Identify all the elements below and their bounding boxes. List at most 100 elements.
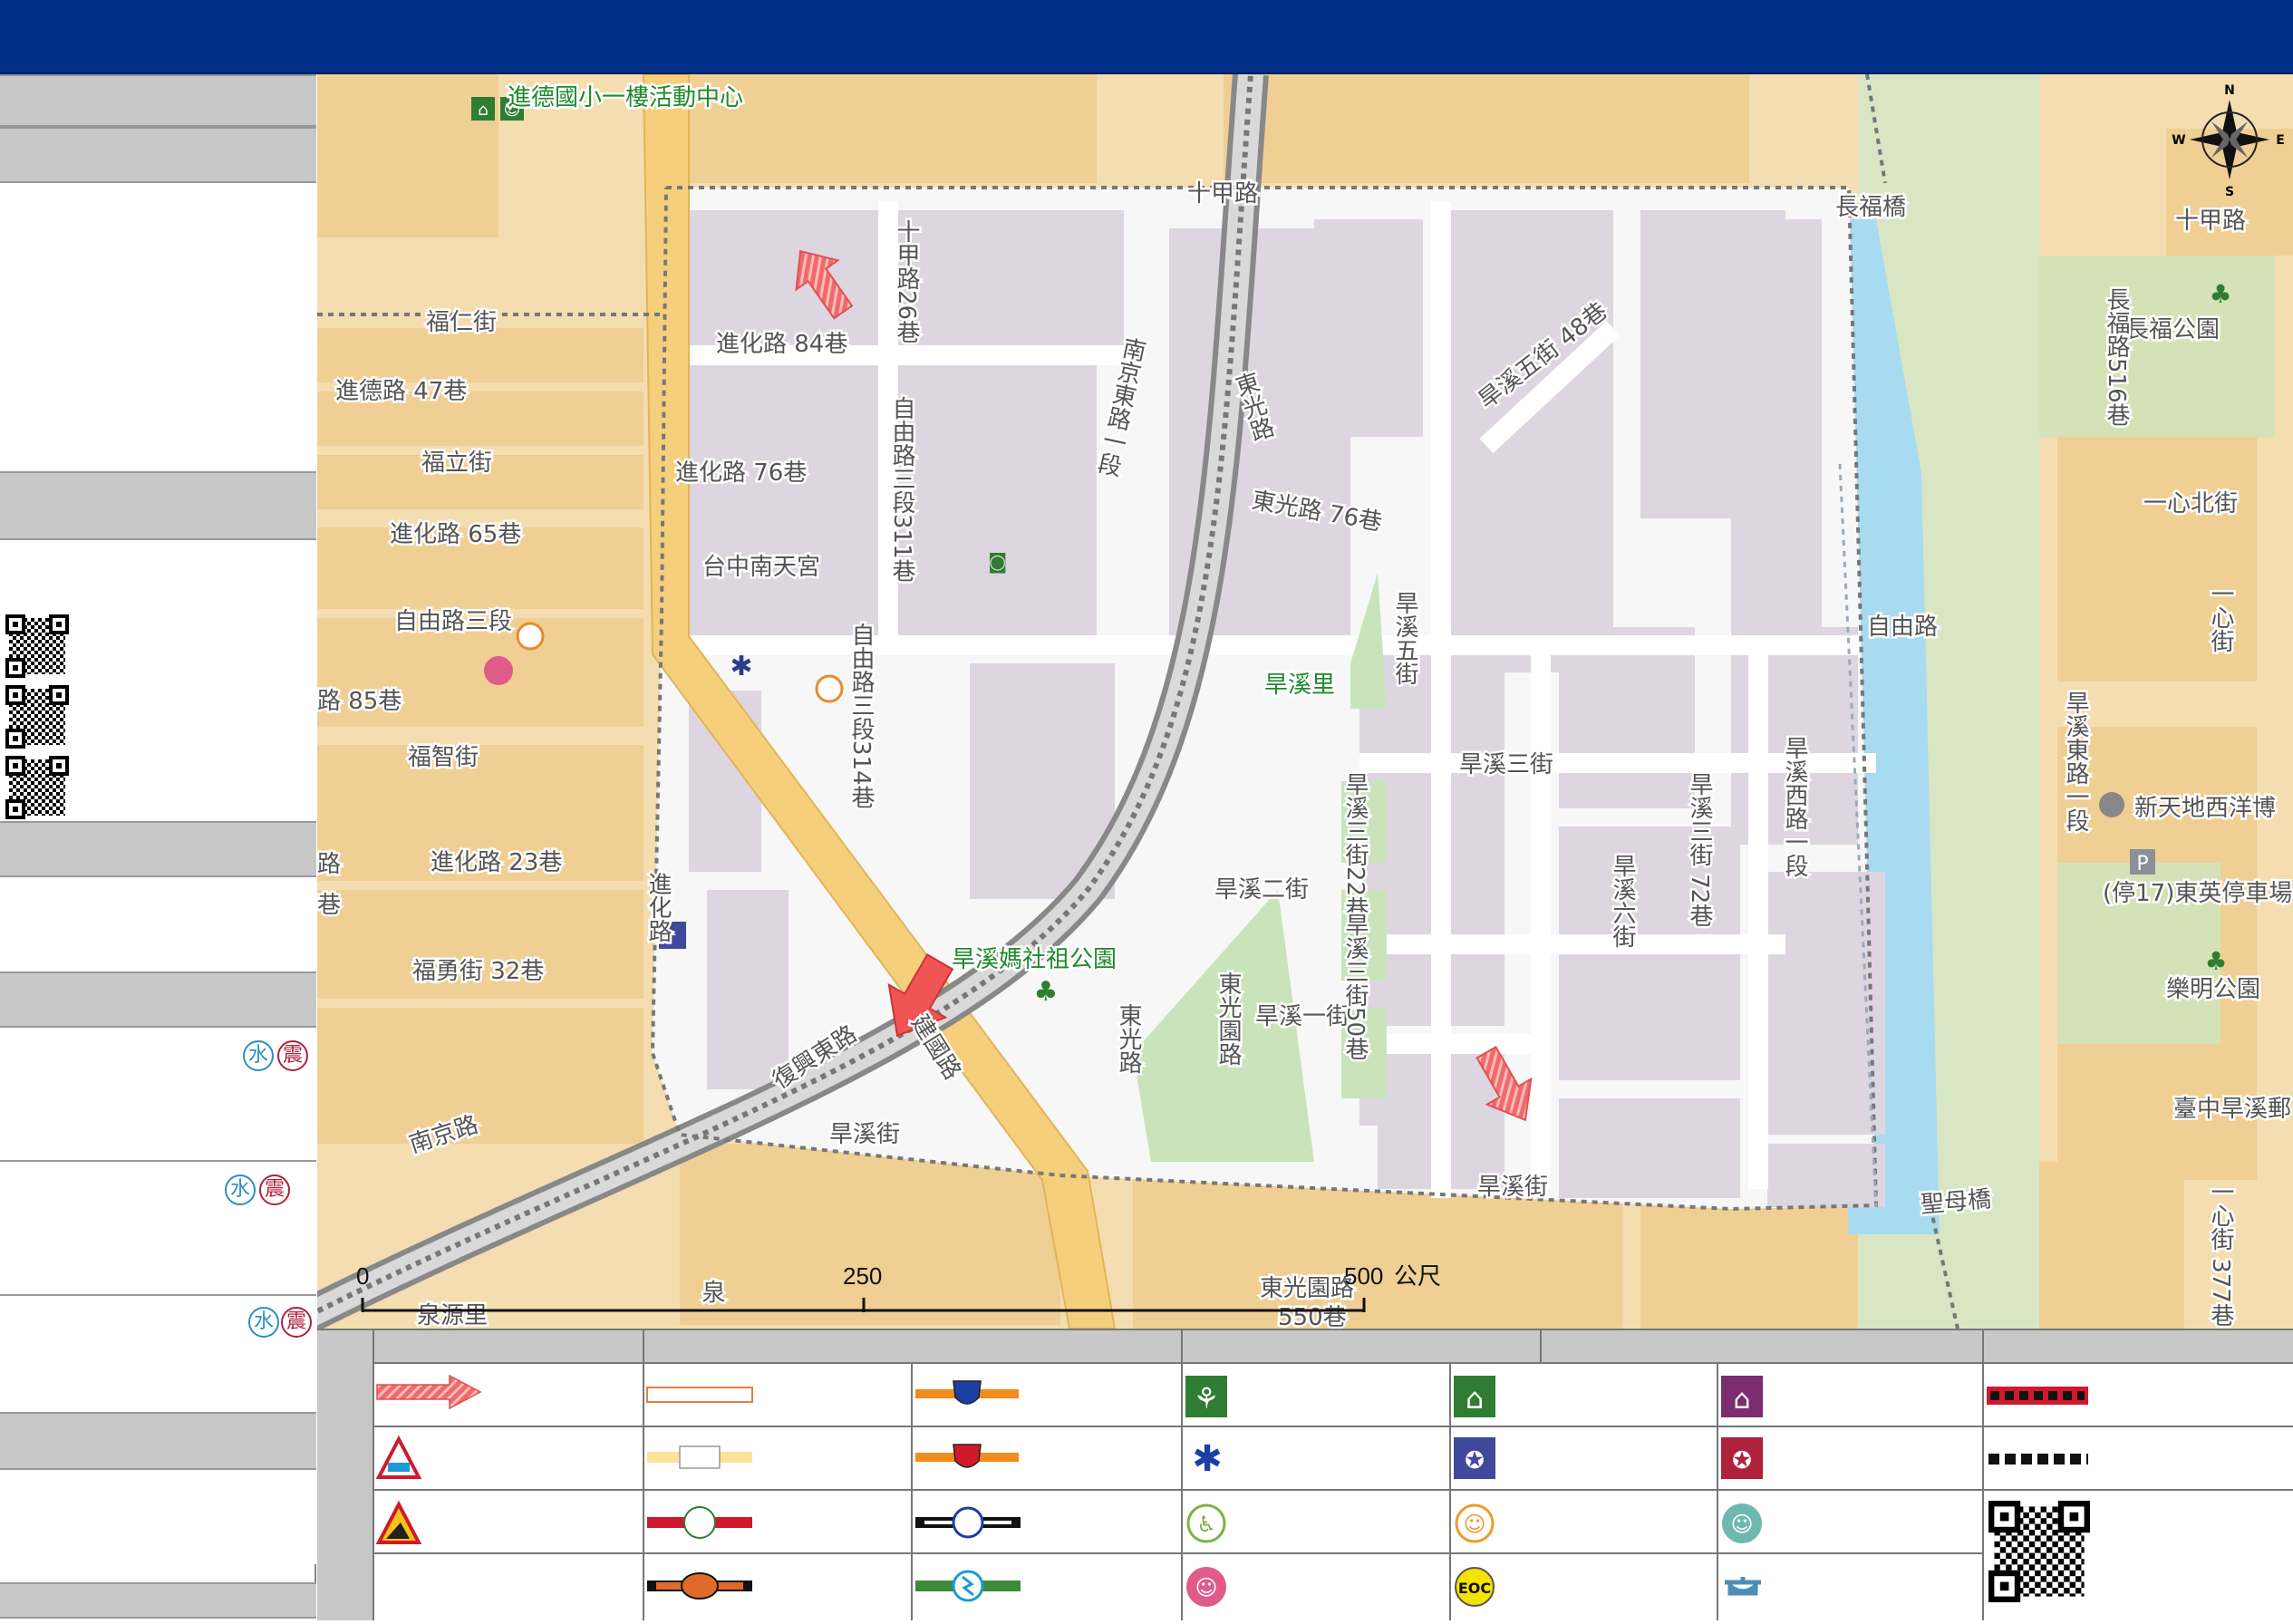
changfu-park-area <box>2039 256 2275 437</box>
label-shijia-rd: 十甲路 <box>1187 180 1258 208</box>
label-hanxi-1st: 旱溪一街 <box>1255 1003 1350 1030</box>
label-changfu-park: 長福公園 <box>2125 316 2220 343</box>
legend-provincial-hwy-icon <box>915 1444 1019 1468</box>
label-changfu-bridge: 長福橋 <box>1835 194 1906 221</box>
shelter-item-3[interactable]: 水 震 <box>0 1296 316 1412</box>
sidebar-header-4 <box>0 821 316 877</box>
store-icon <box>2099 792 2124 817</box>
svg-text:☺: ☺ <box>1195 1575 1217 1600</box>
label-hanxi-temple-park: 旱溪媽社祖公園 <box>952 946 1117 973</box>
scale-250: 250 <box>843 1262 882 1290</box>
label-hanxi-3rd-72: 旱溪三街 72巷 <box>1686 772 1713 927</box>
sidebar-header-3 <box>0 471 316 540</box>
park-tree-icon: ♣ <box>2204 946 2227 976</box>
legend-flood-warning-icon <box>375 1435 422 1479</box>
label-jinhua-84: 進化路 84巷 <box>716 331 847 358</box>
elder-care-icon[interactable] <box>516 622 545 651</box>
legend-disabled-care-icon: ♿ <box>1186 1503 1226 1543</box>
svg-text:EOC: EOC <box>1458 1580 1491 1597</box>
label-hanxi-post: 臺中旱溪郵 <box>2173 1096 2291 1123</box>
qr-panel <box>0 540 316 890</box>
label-ziyou-3-left: 自由路三段 <box>394 608 512 635</box>
label-xintiandi: 新天地西洋博 <box>2134 795 2276 822</box>
scale-0: 0 <box>356 1262 369 1290</box>
svg-text:N: N <box>2224 83 2235 98</box>
map-legend: ⚘ ⌂ ⌂ ✱ ✪ ✪ ♿ ☺ ☺ ☺ EOC <box>317 1329 2293 1620</box>
label-hanxi-3rd-50: 旱溪三街50巷 <box>1341 913 1369 1060</box>
label-ziyou-314: 自由路三段314巷 <box>847 623 875 809</box>
svg-text:⌂: ⌂ <box>478 101 488 120</box>
label-fuyong-32: 福勇街 32巷 <box>412 958 544 985</box>
svg-text:⌂: ⌂ <box>1733 1384 1750 1416</box>
legend-qr-code[interactable] <box>1988 1501 2090 1602</box>
scale-500: 500 <box>1344 1262 1383 1290</box>
label-rd-85: 路 85巷 <box>317 688 402 715</box>
label-hanxi-6th: 旱溪六街 <box>1609 854 1636 948</box>
quake-badge-icon: 震 <box>259 1174 290 1205</box>
sidebar-header-2 <box>0 127 316 183</box>
legend-provincial-road-icon <box>647 1445 752 1469</box>
park-tree-icon: ♣ <box>2209 279 2231 309</box>
legend-fire-icon: ✪ <box>1721 1437 1763 1479</box>
svg-text:⌂: ⌂ <box>1466 1381 1484 1416</box>
header-bar <box>0 0 2293 74</box>
sidebar-header-5 <box>0 972 316 1028</box>
children-care-icon[interactable] <box>484 656 513 685</box>
label-yixin-st: 一心街 <box>2207 582 2234 652</box>
label-hanxi-li: 旱溪里 <box>1264 672 1335 699</box>
label-dongguang-garden: 東光園路 <box>1214 972 1242 1066</box>
legend-evac-site-icon: ⚘ <box>1185 1376 1227 1417</box>
label-ziyou-rd-right: 自由路 <box>1867 614 1938 641</box>
camera-icon: ◙ <box>988 551 1007 574</box>
label-jinhua-76: 進化路 76巷 <box>675 459 807 487</box>
svg-text:☺: ☺ <box>1730 1512 1753 1537</box>
legend-national-hwy-icon <box>915 1380 1019 1405</box>
park-tree-icon: ♣ <box>1034 976 1059 1008</box>
quake-badge-icon: 震 <box>277 1040 308 1071</box>
label-leming-park: 樂明公園 <box>2166 976 2260 1003</box>
sidebar-panel-4 <box>0 877 316 972</box>
legend-family-center-icon: ☺ <box>1186 1567 1226 1607</box>
label-dongying-parking: (停17)東英停車場 <box>2103 880 2292 907</box>
svg-text:S: S <box>2225 185 2234 199</box>
label-hanxi-5th: 旱溪五街 <box>1391 591 1418 685</box>
label-dongguang-garden-lower: 東光園路 <box>1260 1275 1354 1302</box>
legend-childcare-icon: ☺ <box>1722 1503 1762 1543</box>
label-hanxi-st-left: 旱溪街 <box>829 1121 900 1148</box>
label-hanxi-2nd: 旱溪二街 <box>1214 876 1309 904</box>
medical-icon[interactable]: ✱ <box>730 651 752 682</box>
legend-elder-care-icon: ☺ <box>1455 1503 1495 1543</box>
legend-evac-arrow-icon <box>376 1374 482 1410</box>
shelter-item-2[interactable]: 水 震 <box>0 1162 316 1294</box>
sidebar-header-7 <box>0 1582 316 1619</box>
label-rd-fragment: 路 <box>317 851 341 878</box>
svg-text:✪: ✪ <box>1465 1447 1485 1474</box>
elder-care-icon[interactable] <box>815 674 844 703</box>
evacuation-map[interactable]: ⌂ ☺ 進德國小一樓活動中心 ✱ ◙ ♣ ♣ ♣ P 十甲路 長福橋 十甲路 福… <box>317 74 2293 1329</box>
sidebar-info-panel <box>0 183 316 471</box>
label-lane-fragment: 巷 <box>317 892 341 919</box>
label-nantian-temple: 台中南天宮 <box>702 554 820 581</box>
legend-boundary-red-icon <box>1987 1387 2088 1405</box>
map-label-jinde-center: 進德國小一樓活動中心 <box>508 84 743 111</box>
label-jinhua-23: 進化路 23巷 <box>431 849 562 876</box>
flood-badge-icon: 水 <box>248 1307 279 1338</box>
flood-badge-icon: 水 <box>225 1174 256 1205</box>
legend-local-road-icon <box>646 1387 753 1403</box>
legend-police-icon: ✪ <box>1454 1437 1495 1479</box>
label-shijia-26: 十甲路26巷 <box>893 219 920 343</box>
quake-badge-icon: 震 <box>281 1307 312 1338</box>
label-furen-st: 福仁街 <box>426 309 497 336</box>
label-yixin-377: 一心街 377巷 <box>2207 1180 2234 1327</box>
sidebar-header-6 <box>0 1412 316 1470</box>
legend-eoc-icon: EOC <box>1455 1567 1495 1607</box>
label-hanxi-3rd: 旱溪三街 <box>1459 751 1553 778</box>
svg-text:✪: ✪ <box>1732 1447 1752 1474</box>
legend-hsr-icon <box>915 1570 1021 1602</box>
legend-landslide-icon <box>375 1500 422 1544</box>
flood-badge-icon: 水 <box>243 1040 274 1071</box>
legend-header <box>373 1330 2293 1363</box>
label-ziyou-311: 自由路三段311巷 <box>888 396 915 583</box>
shelter-item-1[interactable]: 水 震 <box>0 1028 316 1160</box>
label-yixin-n-st: 一心北街 <box>2143 490 2238 517</box>
